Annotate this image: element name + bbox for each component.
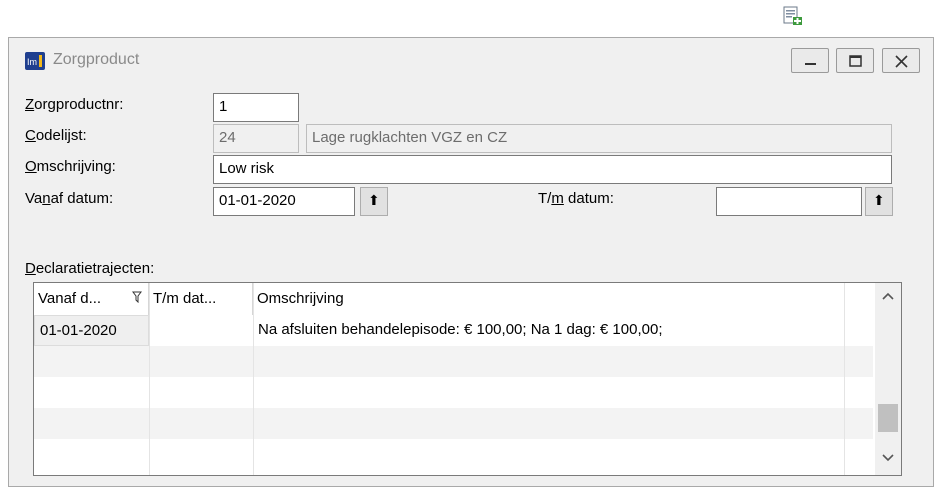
tm-datum-label: T/m datum:	[538, 190, 614, 207]
maximize-button[interactable]	[836, 48, 874, 73]
vertical-scrollbar[interactable]	[875, 283, 901, 475]
column-divider	[844, 283, 845, 475]
empty-row	[34, 439, 873, 470]
tm-datum-picker-button[interactable]: ⬆	[865, 187, 893, 216]
column-header-omschrijving[interactable]: Omschrijving	[253, 283, 873, 315]
codelijst-description-field: Lage rugklachten VGZ en CZ	[306, 124, 892, 153]
table-row[interactable]: 01-01-2020 Na afsluiten behandelepisode:…	[34, 315, 873, 346]
zorgproduct-window: Im Zorgproduct Zorgproductnr: 1 Codelijs…	[8, 37, 934, 487]
scroll-down-icon[interactable]	[875, 451, 901, 475]
column-header-label: Vanaf d...	[38, 290, 102, 307]
close-button[interactable]	[882, 48, 920, 73]
omschrijving-label: Omschrijving:	[25, 158, 116, 175]
cell-omschrijving: Na afsluiten behandelepisode: € 100,00; …	[258, 321, 663, 338]
arrow-up-icon: ⬆	[873, 192, 885, 208]
arrow-up-icon: ⬆	[368, 192, 380, 208]
vanaf-datum-label: Vanaf datum:	[25, 190, 114, 207]
chevron-up-icon	[882, 292, 894, 300]
cell-tm	[149, 315, 253, 346]
column-header-vanaf[interactable]: Vanaf d...	[34, 283, 149, 315]
declaratietrajecten-grid[interactable]: Vanaf d... T/m dat... Omschrijving 01-01…	[33, 282, 902, 476]
chevron-down-icon	[882, 454, 894, 462]
empty-row	[34, 377, 873, 408]
zorgproductnr-label: Zorgproductnr:	[25, 96, 124, 113]
vanaf-datum-picker-button[interactable]: ⬆	[360, 187, 388, 216]
document-add-icon	[783, 6, 802, 25]
vanaf-datum-field[interactable]: 01-01-2020	[213, 187, 355, 216]
column-header-tm[interactable]: T/m dat...	[149, 283, 253, 315]
column-header-label: T/m dat...	[153, 290, 217, 307]
column-header-label: Omschrijving	[257, 290, 344, 307]
scroll-up-icon[interactable]	[875, 289, 901, 313]
tm-datum-field[interactable]	[716, 187, 862, 216]
zorgproductnr-field[interactable]: 1	[213, 93, 299, 122]
minimize-icon	[805, 63, 816, 65]
empty-row	[34, 408, 873, 439]
empty-row	[34, 346, 873, 377]
omschrijving-field[interactable]: Low risk	[213, 155, 892, 184]
window-title: Zorgproduct	[53, 51, 140, 68]
maximize-icon	[849, 55, 862, 67]
close-icon	[895, 55, 908, 68]
title-bar[interactable]: Im Zorgproduct	[9, 38, 933, 81]
codelijst-label: Codelijst:	[25, 127, 87, 144]
filter-icon[interactable]	[132, 291, 142, 303]
cell-vanaf: 01-01-2020	[34, 315, 149, 346]
column-divider	[253, 283, 254, 475]
codelijst-code-field: 24	[213, 124, 299, 153]
column-divider	[149, 283, 150, 475]
scrollbar-thumb[interactable]	[878, 404, 898, 432]
svg-text:Im: Im	[27, 57, 37, 67]
declaratietrajecten-label: Declaratietrajecten:	[25, 260, 155, 277]
app-icon: Im	[25, 52, 45, 70]
minimize-button[interactable]	[791, 48, 829, 73]
